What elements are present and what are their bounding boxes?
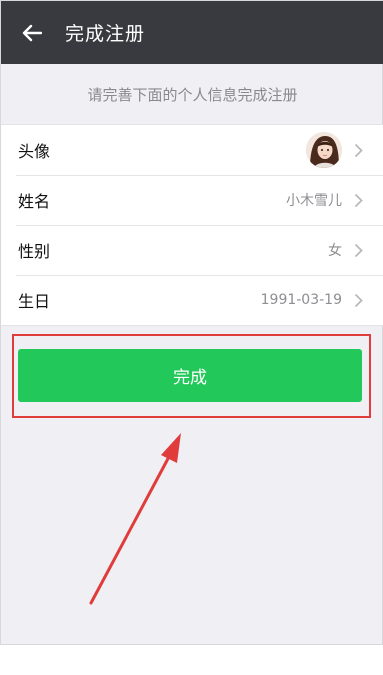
avatar-label: 头像 xyxy=(18,142,51,161)
done-button[interactable]: 完成 xyxy=(18,349,362,402)
birthday-row[interactable]: 生日 1991-03-19 xyxy=(1,275,383,325)
gender-row[interactable]: 性别 女 xyxy=(1,225,383,275)
chevron-right-icon xyxy=(352,192,364,208)
gender-label: 性别 xyxy=(18,242,51,261)
back-button[interactable] xyxy=(21,22,43,44)
instruction-text: 请完善下面的个人信息完成注册 xyxy=(87,85,298,104)
name-value: 小木雪儿 xyxy=(286,193,342,209)
avatar-photo xyxy=(306,132,342,168)
name-row[interactable]: 姓名 小木雪儿 xyxy=(1,175,383,225)
register-screen: 完成注册 请完善下面的个人信息完成注册 头像 姓名 小木雪儿 性别 女 生日 1… xyxy=(0,0,383,645)
name-label: 姓名 xyxy=(18,192,51,211)
arrow-left-icon xyxy=(22,24,42,41)
chevron-right-icon xyxy=(352,292,364,308)
avatar-row[interactable]: 头像 xyxy=(1,125,383,175)
chevron-right-icon xyxy=(352,242,364,258)
avatar[interactable] xyxy=(306,132,342,168)
gender-value: 女 xyxy=(328,243,342,259)
profile-list: 头像 姓名 小木雪儿 性别 女 生日 1991-03-19 xyxy=(1,124,383,326)
page-title: 完成注册 xyxy=(65,23,146,45)
chevron-right-icon xyxy=(352,142,364,158)
top-bar: 完成注册 xyxy=(1,1,383,64)
birthday-label: 生日 xyxy=(18,292,51,311)
birthday-value: 1991-03-19 xyxy=(260,292,342,308)
